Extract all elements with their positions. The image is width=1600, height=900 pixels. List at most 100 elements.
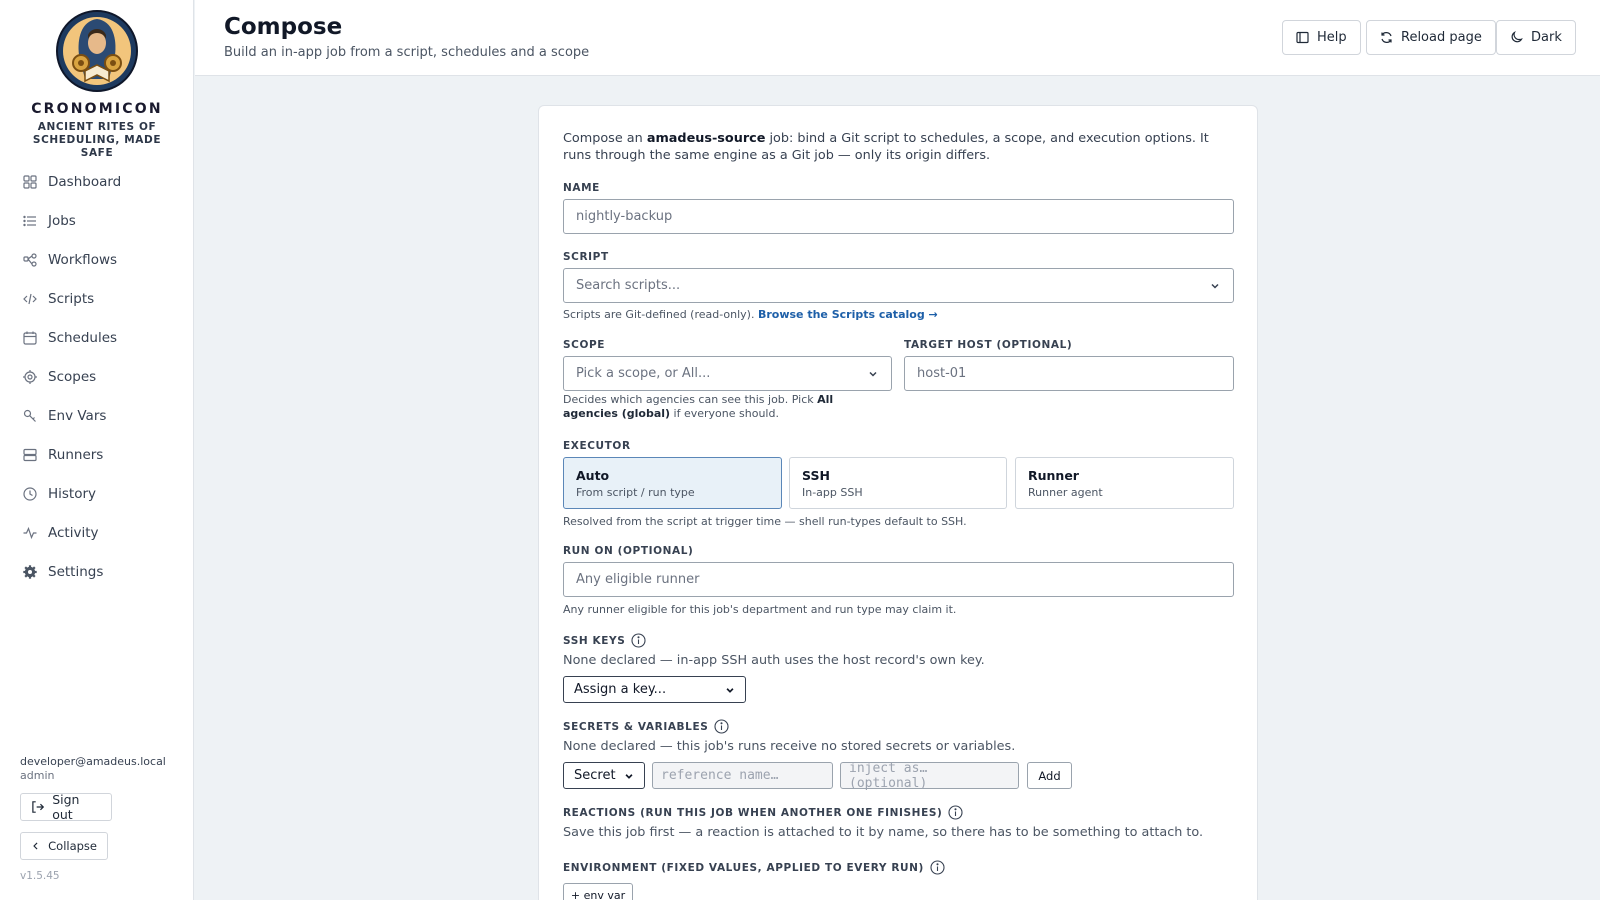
sign-out-label: Sign out <box>52 792 80 822</box>
secret-type-value: Secret <box>574 768 616 783</box>
name-input[interactable]: nightly-backup <box>563 199 1234 234</box>
sidebar-item-history[interactable]: History <box>0 474 194 513</box>
script-label: SCRIPT <box>563 251 609 263</box>
sidebar-item-workflows[interactable]: Workflows <box>0 240 194 279</box>
add-secret-button[interactable]: Add <box>1027 762 1072 789</box>
add-env-var-button[interactable]: + env var <box>563 883 633 900</box>
help-button[interactable]: Help <box>1282 20 1361 55</box>
user-email: developer@amadeus.local <box>20 755 166 768</box>
run-on-input[interactable]: Any eligible runner <box>563 562 1234 597</box>
inject-as-input[interactable]: inject as… (optional) <box>840 760 1019 791</box>
intro-text: Compose an amadeus-source job: bind a Gi… <box>563 130 1223 164</box>
executor-label: EXECUTOR <box>563 440 631 452</box>
refresh-icon <box>1381 32 1392 43</box>
app-version: v1.5.45 <box>20 870 60 882</box>
target-host-placeholder: host-01 <box>917 366 967 381</box>
run-on-hint: Any runner eligible for this job's depar… <box>563 603 957 616</box>
sidebar-item-label: Env Vars <box>48 407 107 424</box>
sidebar-item-label: Workflows <box>48 251 118 268</box>
info-icon[interactable] <box>714 719 729 734</box>
ssh-keys-heading: SSH KEYS <box>563 633 646 648</box>
script-hint-text: Scripts are Git-defined (read-only). <box>563 308 758 321</box>
sign-out-button[interactable]: Sign out <box>20 792 112 822</box>
inject-as-placeholder: inject as… (optional) <box>849 760 928 791</box>
reactions-heading: REACTIONS (RUN THIS JOB WHEN ANOTHER ONE… <box>563 805 963 820</box>
assign-key-value: Assign a key... <box>574 682 667 697</box>
intro-source-name: amadeus-source <box>646 131 766 146</box>
sidebar-item-label: Scripts <box>48 290 95 307</box>
sidebar-item-activity[interactable]: Activity <box>0 513 194 552</box>
reactions-label: REACTIONS (RUN THIS JOB WHEN ANOTHER ONE… <box>563 806 943 819</box>
sidebar-item-jobs[interactable]: Jobs <box>0 201 194 240</box>
browse-scripts-link[interactable]: Browse the Scripts catalog → <box>758 308 938 321</box>
help-label: Help <box>1317 30 1347 45</box>
environment-heading: ENVIRONMENT (FIXED VALUES, APPLIED TO EV… <box>563 860 945 875</box>
environment-label: ENVIRONMENT (FIXED VALUES, APPLIED TO EV… <box>563 861 924 874</box>
moon-icon <box>1511 31 1523 43</box>
page-title: Compose <box>224 14 343 40</box>
reload-page-button[interactable]: Reload page <box>1366 20 1496 55</box>
target-host-input[interactable]: host-01 <box>904 356 1234 391</box>
secrets-label: SECRETS & VARIABLES <box>563 720 709 733</box>
brand-name: CRONOMICON <box>31 101 163 117</box>
collapse-label: Collapse <box>48 839 97 853</box>
executor-desc: Runner agent <box>1028 486 1103 499</box>
sidebar-item-env-vars[interactable]: Env Vars <box>0 396 194 435</box>
executor-desc: In-app SSH <box>802 486 863 499</box>
sidebar-item-label: Dashboard <box>48 173 122 190</box>
script-placeholder: Search scripts... <box>576 278 681 293</box>
sidebar-item-scopes[interactable]: Scopes <box>0 357 194 396</box>
list-icon <box>23 214 37 228</box>
info-icon[interactable] <box>930 860 945 875</box>
reference-name-placeholder: reference name… <box>661 768 779 783</box>
sidebar-item-label: Runners <box>48 446 104 463</box>
scope-select[interactable]: Pick a scope, or All... <box>563 356 892 391</box>
scope-label: SCOPE <box>563 339 606 351</box>
target-icon <box>23 369 37 384</box>
server-icon <box>23 448 37 462</box>
secrets-heading: SECRETS & VARIABLES <box>563 719 729 734</box>
chevron-left-icon <box>33 842 38 850</box>
secret-type-select[interactable]: Secret <box>563 762 645 789</box>
logo <box>56 10 138 92</box>
info-icon[interactable] <box>948 805 963 820</box>
sidebar-item-label: Schedules <box>48 329 118 346</box>
page-subtitle: Build an in-app job from a script, sched… <box>224 45 590 60</box>
add-secret-label: Add <box>1038 768 1061 783</box>
sidebar-item-label: Scopes <box>48 368 97 385</box>
executor-desc: From script / run type <box>576 486 695 499</box>
sidebar-item-schedules[interactable]: Schedules <box>0 318 194 357</box>
sidebar-item-label: Jobs <box>48 212 76 229</box>
collapse-button[interactable]: Collapse <box>20 832 108 860</box>
chevron-down-icon <box>726 687 734 693</box>
reference-name-input[interactable]: reference name… <box>652 762 833 789</box>
executor-title: Auto <box>576 468 610 483</box>
executor-option-runner[interactable]: Runner Runner agent <box>1015 457 1234 509</box>
sidebar-item-label: Activity <box>48 524 99 541</box>
scope-hint-text: Decides which agencies can see this job.… <box>563 393 818 406</box>
sidebar-item-runners[interactable]: Runners <box>0 435 194 474</box>
sidebar-item-dashboard[interactable]: Dashboard <box>0 162 194 201</box>
chevron-down-icon <box>1211 283 1219 289</box>
sidebar-item-settings[interactable]: Settings <box>0 552 194 591</box>
dark-mode-toggle[interactable]: Dark <box>1496 20 1576 55</box>
sidebar: CRONOMICON ANCIENT RITES OF SCHEDULING, … <box>0 0 194 900</box>
chevron-down-icon <box>869 371 877 377</box>
calendar-icon <box>23 331 37 345</box>
secrets-text: None declared — this job's runs receive … <box>563 739 1016 754</box>
executor-option-auto[interactable]: Auto From script / run type <box>563 457 782 509</box>
run-on-label: RUN ON (OPTIONAL) <box>563 545 694 557</box>
executor-option-ssh[interactable]: SSH In-app SSH <box>789 457 1007 509</box>
run-on-placeholder: Any eligible runner <box>576 572 700 587</box>
add-env-var-label: + env var <box>570 888 626 900</box>
info-icon[interactable] <box>631 633 646 648</box>
script-select[interactable]: Search scripts... <box>563 268 1234 303</box>
sidebar-item-scripts[interactable]: Scripts <box>0 279 194 318</box>
reactions-text: Save this job first — a reaction is atta… <box>563 825 1204 840</box>
assign-key-select[interactable]: Assign a key... <box>563 676 746 703</box>
executor-title: Runner <box>1028 468 1079 483</box>
intro-prefix: Compose an <box>563 131 647 146</box>
gear-icon <box>23 564 37 579</box>
page-header: Compose Build an in-app job from a scrip… <box>195 0 1600 76</box>
reload-label: Reload page <box>1401 30 1482 45</box>
